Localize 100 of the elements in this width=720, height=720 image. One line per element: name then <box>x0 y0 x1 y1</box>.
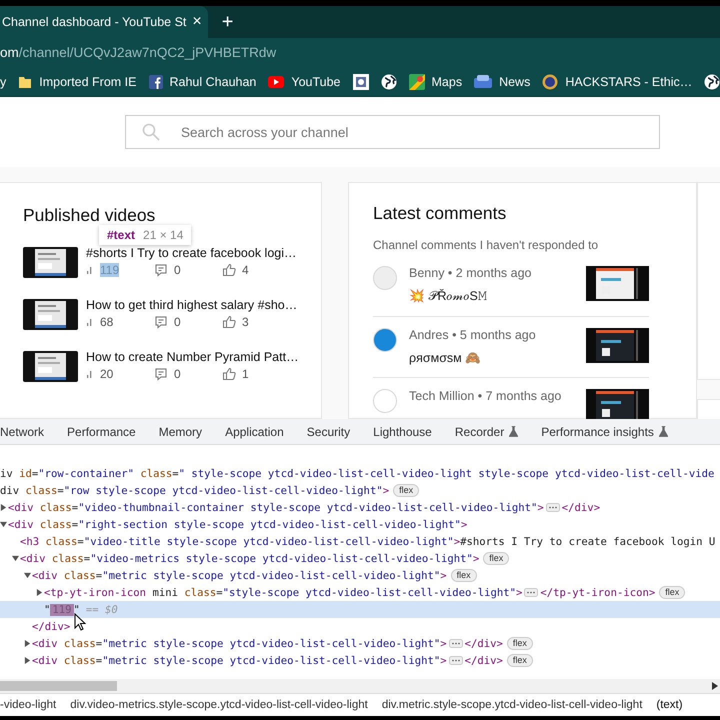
layout-badge[interactable]: flex <box>393 484 420 497</box>
ellipsis-icon <box>524 588 538 597</box>
layout-badge[interactable]: flex <box>483 552 510 565</box>
emblem-icon <box>542 74 558 90</box>
comment-meta: Tech Million • 7 months ago <box>409 389 562 403</box>
breadcrumb[interactable]: -video-light <box>0 699 56 711</box>
thumbs-up-icon <box>222 367 236 381</box>
devtools-tab[interactable]: Security <box>306 424 350 438</box>
video-title[interactable]: #shorts I Try to create facebook logi… <box>86 246 297 260</box>
view-count: 20 <box>100 367 114 381</box>
dom-node[interactable]: <div class="metric style-scope ytcd-video-list-cell-video-light"> <box>32 570 447 582</box>
view-count: 68 <box>100 315 114 329</box>
breadcrumb[interactable]: div.video-metrics.style-scope.ytcd-video-list-cell-video-light <box>70 699 368 711</box>
bookmark[interactable]: Imported From IE <box>18 74 136 88</box>
browser-tab[interactable]: Channel dashboard - YouTube St × <box>0 6 208 38</box>
new-tab-button[interactable]: + <box>222 10 234 34</box>
globe-icon[interactable] <box>380 74 396 90</box>
closing-tag: </div> <box>464 654 503 666</box>
devtools-tab[interactable]: Network <box>0 424 44 438</box>
scroll-right-icon <box>712 682 718 690</box>
like-count: 3 <box>242 315 249 329</box>
dom-node[interactable]: <div class="metric style-scope ytcd-video-list-cell-video-light"> <box>32 654 447 666</box>
console-reference: == $0 <box>86 604 118 616</box>
dom-node[interactable]: <div class="right-section style-scope ytcd-video-list-cell-video-light"> <box>8 518 468 530</box>
devtools-tab[interactable]: Recorder <box>454 424 518 438</box>
document-icon[interactable] <box>352 74 368 90</box>
scrollbar-thumb[interactable] <box>0 681 117 691</box>
map-pin-icon <box>408 74 424 90</box>
comment-meta: Benny • 2 months ago <box>409 266 533 280</box>
dom-node[interactable]: <div class="video-thumbnail-container style-scope ytcd-video-list-cell-video-light"> <box>8 502 544 514</box>
dom-node[interactable]: <h3 class="video-title style-scope ytcd-video-list-cell-video-light">#shorts I Try to create facebook login U <box>20 536 716 548</box>
globe-icon[interactable] <box>704 74 720 90</box>
expand-arrow-icon[interactable] <box>24 657 31 664</box>
comment-icon <box>154 263 168 277</box>
thumbs-up-icon <box>222 263 236 277</box>
video-title[interactable]: How to get third highest salary #sho… <box>86 298 298 312</box>
bookmark[interactable]: YouTube <box>268 74 340 88</box>
comment-text: 💥 𝒫Ř𝑜𝓂𝑜S𝙼 <box>409 288 488 304</box>
collapse-arrow-icon[interactable] <box>12 555 19 562</box>
bar-chart-icon <box>86 265 94 275</box>
like-count: 1 <box>242 367 249 381</box>
bar-chart-icon <box>86 317 94 327</box>
comment-text: ρяσмσѕм 🙈 <box>409 350 482 365</box>
devtools-tab[interactable]: Lighthouse <box>373 424 432 438</box>
section-subtitle: Channel comments I haven't responded to <box>373 238 600 252</box>
comment-count: 0 <box>174 367 181 381</box>
devtools-tab[interactable]: Performance insights <box>541 424 668 438</box>
collapse-arrow-icon[interactable] <box>0 521 7 528</box>
dom-node[interactable]: iv id="row-container" class=" style-scope ytcd-video-list-cell-video-light style-scope ytcd-video-list-cell-vide <box>0 468 714 480</box>
closing-tag: </div> <box>32 620 70 632</box>
dom-node[interactable]: <div class="video-metrics style-scope ytcd-video-list-cell-video-light"> <box>20 552 480 564</box>
section-title: Published videos <box>23 205 156 226</box>
ellipsis-icon <box>448 656 463 665</box>
collapse-arrow-icon[interactable] <box>24 572 31 579</box>
bookmark[interactable]: Maps <box>408 74 462 90</box>
ellipsis-icon <box>448 639 463 648</box>
bookmark[interactable]: Rahul Chauhan <box>148 74 256 88</box>
closing-tag: </div> <box>562 502 600 514</box>
bar-chart-icon <box>86 369 94 379</box>
expand-arrow-icon[interactable] <box>24 640 31 647</box>
layout-badge[interactable]: flex <box>450 569 477 582</box>
expand-arrow-icon[interactable] <box>0 504 7 511</box>
close-button[interactable]: × <box>192 13 202 31</box>
thumbs-up-icon <box>222 315 236 329</box>
expand-arrow-icon[interactable] <box>36 589 43 596</box>
bookmark[interactable]: HACKSTARS - Ethic… <box>542 74 692 90</box>
like-count: 4 <box>242 263 249 277</box>
bookmark[interactable]: News <box>474 74 530 88</box>
devtools-tab[interactable]: Application <box>225 424 284 438</box>
breadcrumb[interactable]: (text) <box>656 699 683 711</box>
folder-icon <box>18 74 32 88</box>
devtools-tab[interactable]: Memory <box>158 424 202 438</box>
layout-badge[interactable]: flex <box>659 586 686 599</box>
search-icon <box>142 123 160 141</box>
comment-count: 0 <box>174 315 181 329</box>
closing-tag: </div> <box>464 638 503 650</box>
layout-badge[interactable]: flex <box>506 654 533 667</box>
devtools-tab[interactable]: Performance <box>67 424 136 438</box>
dom-node[interactable]: <div class="metric style-scope ytcd-video-list-cell-video-light"> <box>32 638 447 650</box>
breadcrumb[interactable]: div.metric.style-scope.ytcd-video-list-cell-video-light <box>382 699 642 711</box>
video-title[interactable]: How to create Number Pyramid Patt… <box>86 350 299 364</box>
comment-icon <box>154 315 168 329</box>
view-count: 119 <box>100 263 120 277</box>
closing-tag: </tp-yt-iron-icon> <box>540 586 656 598</box>
layout-badge[interactable]: flex <box>506 637 533 650</box>
comment-count: 0 <box>174 263 181 277</box>
search-field[interactable]: Search across your channel <box>125 115 660 149</box>
pointer-cursor-icon <box>74 613 86 631</box>
comment-meta: Andres • 5 months ago <box>409 328 537 342</box>
comment-icon <box>154 367 168 381</box>
news-icon <box>474 74 492 88</box>
dom-node[interactable]: <tp-yt-iron-icon mini class="style-scope ytcd-video-list-cell-video-light"> <box>44 586 522 598</box>
bookmark[interactable]: y <box>0 74 6 88</box>
address-field[interactable]: om/channel/UCQvJ2aw7nQC2_jPVHBETRdw <box>0 45 276 60</box>
inspect-tooltip: #text 21 × 14 <box>99 225 192 245</box>
facebook-icon <box>148 74 162 88</box>
video-play-icon <box>268 76 284 88</box>
ellipsis-icon <box>546 503 560 512</box>
section-title: Latest comments <box>373 203 506 224</box>
dom-node[interactable]: div class="row style-scope ytcd-video-list-cell-video-light"> <box>0 484 390 496</box>
